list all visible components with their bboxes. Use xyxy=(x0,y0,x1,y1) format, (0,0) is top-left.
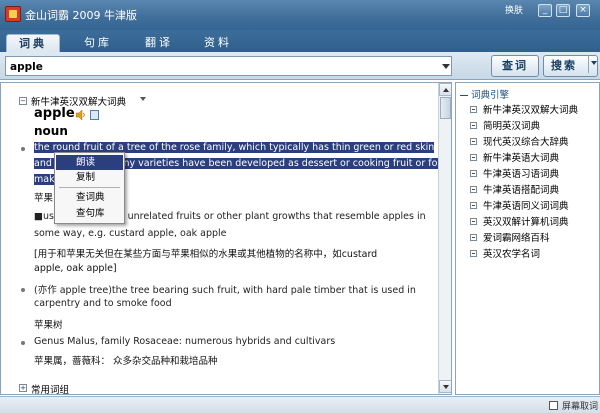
item-box-icon xyxy=(470,234,477,241)
menu-item-read-aloud[interactable]: 朗读 xyxy=(56,155,123,170)
headword: apple xyxy=(34,106,75,121)
menu-divider xyxy=(59,187,120,188)
tab-dictionary[interactable]: 词典 xyxy=(6,34,60,52)
context-menu: 朗读 复制 查词典 查句库 xyxy=(54,152,125,224)
skin-menu-button[interactable]: 换肤 xyxy=(505,3,523,16)
search-input[interactable] xyxy=(10,59,430,74)
sidebar-item[interactable]: 牛津英语搭配词典 xyxy=(470,182,559,196)
screen-lookup-label[interactable]: 屏幕取词 xyxy=(562,399,598,412)
sidebar-item[interactable]: 简明英汉词典 xyxy=(470,118,540,132)
section-title[interactable]: 常用词组 xyxy=(31,382,69,394)
scroll-thumb[interactable] xyxy=(440,97,451,119)
bullet xyxy=(21,147,25,151)
item-box-icon xyxy=(470,202,477,209)
sidebar-item-label: 爱词霸网络百科 xyxy=(483,233,550,244)
expand-icon[interactable]: + xyxy=(19,384,27,392)
search-options-icon[interactable] xyxy=(591,61,597,65)
arrow-down-icon xyxy=(443,385,449,389)
search-box[interactable] xyxy=(5,56,452,76)
status-bar: 屏幕取词 xyxy=(0,396,600,413)
sidebar-item[interactable]: 新牛津英汉双解大词典 xyxy=(470,102,578,116)
collapse-icon[interactable]: − xyxy=(19,97,27,105)
definition-panel[interactable]: − 新牛津英汉双解大词典 apple noun the round fruit … xyxy=(0,82,452,395)
bullet xyxy=(21,288,25,292)
sidebar-heading[interactable]: 词典引擎 xyxy=(460,87,509,101)
sidebar-item[interactable]: 牛津英语习语词典 xyxy=(470,166,559,180)
dictionary-dropdown-icon[interactable] xyxy=(140,97,146,101)
sidebar-item-label: 英汉双解计算机词典 xyxy=(483,217,569,228)
definition-translation: 苹果属，蔷薇科： 众多杂交品种和栽培品种 xyxy=(34,356,218,367)
sidebar-item-label: 简明英汉词典 xyxy=(483,121,541,132)
sidebar-item[interactable]: 牛津英语同义词词典 xyxy=(470,198,569,212)
window-title: 金山词霸 2009 牛津版 xyxy=(25,9,137,22)
sidebar-item-label: 英汉农学名词 xyxy=(483,249,541,260)
minimize-button[interactable]: _ xyxy=(538,4,552,17)
sidebar-item-label: 牛津英语搭配词典 xyxy=(483,185,560,196)
definition-translation: [用于和苹果无关但在某些方面与苹果相似的水果或其他植物的名称中，如custard xyxy=(34,249,378,260)
close-button[interactable]: × xyxy=(576,4,590,17)
definition-line: some way, e.g. custard apple, oak apple xyxy=(34,228,227,239)
section-header[interactable]: + 常用词组 xyxy=(1,381,438,394)
sidebar-heading-label: 词典引擎 xyxy=(471,90,510,101)
app-window: 金山词霸 2009 牛津版 换肤 _ □ × 词典 句库 翻译 资料 查词 搜索… xyxy=(0,0,600,413)
item-box-icon xyxy=(470,218,477,225)
sidebar-item-label: 牛津英语同义词词典 xyxy=(483,201,569,212)
definition-line: Genus Malus, family Rosaceae: numerous h… xyxy=(34,336,336,347)
sidebar-item-label: 现代英汉综合大辞典 xyxy=(483,137,569,148)
sidebar-item[interactable]: 英汉双解计算机词典 xyxy=(470,214,569,228)
scroll-up-button[interactable] xyxy=(439,83,451,96)
button-divider xyxy=(588,55,589,73)
item-box-icon xyxy=(470,154,477,161)
sidebar-item[interactable]: 爱词霸网络百科 xyxy=(470,230,550,244)
definition-translation: apple, oak apple] xyxy=(34,263,117,274)
sidebar-item-label: 新牛津英语大词典 xyxy=(483,153,560,164)
item-box-icon xyxy=(470,122,477,129)
menu-item-lookup-sentences[interactable]: 查句库 xyxy=(56,206,123,221)
item-box-icon xyxy=(470,186,477,193)
maximize-button[interactable]: □ xyxy=(556,4,570,17)
search-button-label: 搜索 xyxy=(551,59,577,72)
item-box-icon xyxy=(470,250,477,257)
definition-line: carpentry and to smoke food xyxy=(34,298,172,309)
menu-item-lookup-dictionary[interactable]: 查词典 xyxy=(56,190,123,205)
sidebar-item-label: 新牛津英汉双解大词典 xyxy=(483,105,579,116)
arrow-up-icon xyxy=(443,88,449,92)
scroll-down-button[interactable] xyxy=(439,380,451,393)
definition-translation: 苹果树 xyxy=(34,320,63,331)
sidebar-item[interactable]: 现代英汉综合大辞典 xyxy=(470,134,569,148)
item-box-icon xyxy=(470,106,477,113)
bullet xyxy=(21,341,25,345)
part-of-speech: noun xyxy=(34,124,68,138)
definition-line: (亦作 apple tree)the tree bearing such fru… xyxy=(34,285,416,296)
vertical-scrollbar[interactable] xyxy=(438,83,451,394)
tab-sentences[interactable]: 句库 xyxy=(78,34,118,52)
wordbook-icon[interactable] xyxy=(90,110,99,120)
speaker-icon[interactable] xyxy=(76,110,86,120)
tab-resources[interactable]: 资料 xyxy=(198,34,238,52)
sidebar-item[interactable]: 新牛津英语大词典 xyxy=(470,150,559,164)
search-button[interactable]: 搜索 xyxy=(543,55,598,77)
screen-lookup-checkbox[interactable] xyxy=(549,401,558,410)
sidebar-item-label: 牛津英语习语词典 xyxy=(483,169,560,180)
app-logo-icon xyxy=(5,6,21,22)
item-box-icon xyxy=(470,170,477,177)
lookup-button[interactable]: 查词 xyxy=(491,55,539,77)
history-dropdown-icon[interactable] xyxy=(442,64,450,69)
menu-item-copy[interactable]: 复制 xyxy=(56,170,123,185)
definition-translation: 苹果 xyxy=(34,193,54,204)
tab-bar: 词典 句库 翻译 资料 xyxy=(0,30,600,52)
dictionary-index-panel: 词典引擎 新牛津英汉双解大词典 简明英汉词典 现代英汉综合大辞典 新牛津英语大词… xyxy=(455,82,600,395)
collapse-icon[interactable] xyxy=(460,95,468,96)
tab-translate[interactable]: 翻译 xyxy=(139,34,179,52)
title-bar[interactable]: 金山词霸 2009 牛津版 换肤 _ □ × xyxy=(0,0,600,30)
search-bar: 查词 搜索 xyxy=(0,52,600,80)
sidebar-item[interactable]: 英汉农学名词 xyxy=(470,246,540,260)
item-box-icon xyxy=(470,138,477,145)
